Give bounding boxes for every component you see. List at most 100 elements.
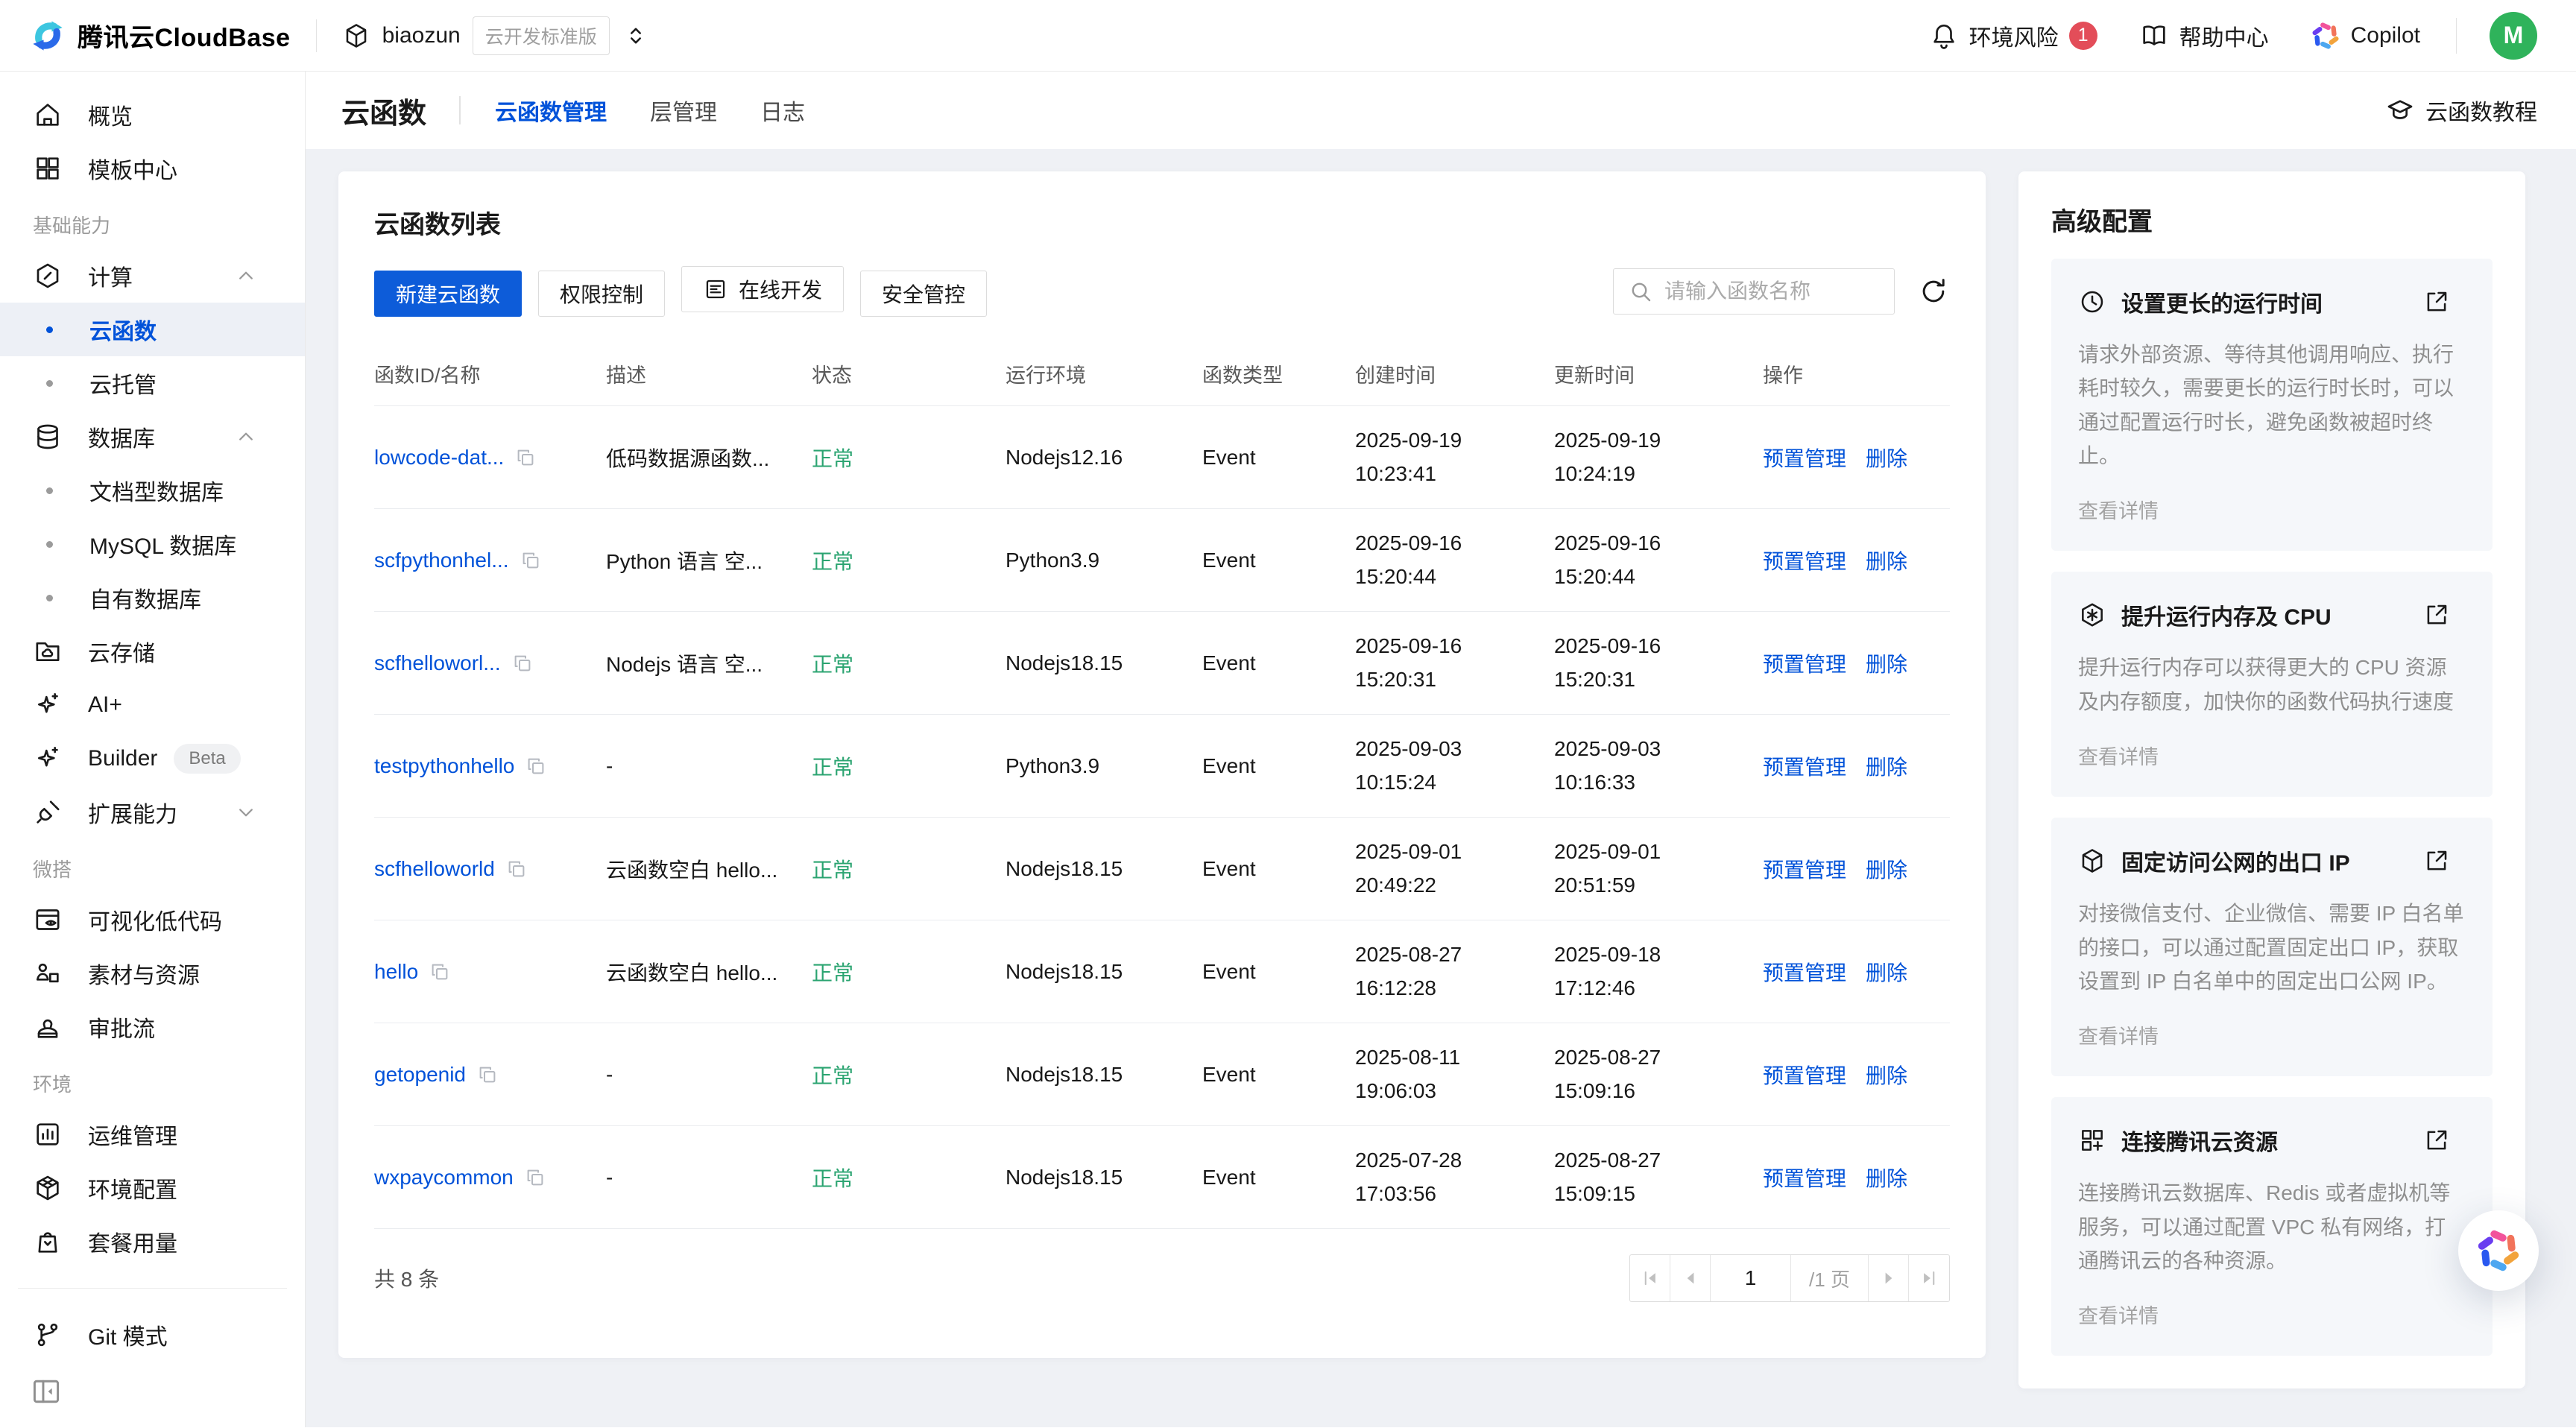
view-details-link[interactable]: 查看详情 xyxy=(2078,1300,2466,1329)
sidebar-subitem-自有数据库[interactable]: 自有数据库 xyxy=(0,571,305,625)
first-page-button[interactable] xyxy=(1630,1255,1670,1301)
copy-icon[interactable] xyxy=(476,1064,499,1086)
external-link-icon[interactable] xyxy=(2422,288,2451,316)
search-input[interactable] xyxy=(1664,279,1881,303)
sidebar-item-label: 扩展能力 xyxy=(88,796,177,829)
risk-count-badge: 1 xyxy=(2069,22,2097,50)
tutorial-link[interactable]: 云函数教程 xyxy=(2385,94,2537,127)
sidebar-subitem-云托管[interactable]: 云托管 xyxy=(0,356,305,410)
预置管理-link[interactable]: 预置管理 xyxy=(1763,1163,1846,1192)
sidebar-item-审批流[interactable]: 审批流 xyxy=(0,1000,305,1054)
current-page-input[interactable]: 1 xyxy=(1711,1255,1791,1301)
user-avatar[interactable]: M xyxy=(2490,12,2537,60)
预置管理-link[interactable]: 预置管理 xyxy=(1763,751,1846,781)
安全管控-button[interactable]: 安全管控 xyxy=(860,271,987,317)
function-id-cell: getopenid xyxy=(374,1063,606,1087)
sidebar-item-素材与资源[interactable]: 素材与资源 xyxy=(0,947,305,1000)
sidebar-item-概览[interactable]: 概览 xyxy=(0,88,305,142)
sidebar-subitem-label: MySQL 数据库 xyxy=(89,528,236,560)
refresh-icon[interactable] xyxy=(1917,275,1950,308)
sidebar-item-AI+[interactable]: AI+ xyxy=(0,678,305,732)
view-details-link[interactable]: 查看详情 xyxy=(2078,1020,2466,1049)
button-label: 在线开发 xyxy=(739,274,822,304)
sidebar-collapse-icon[interactable] xyxy=(30,1375,63,1408)
sidebar-subitem-云函数[interactable]: 云函数 xyxy=(0,303,305,356)
environment-selector[interactable]: biaozun 云开发标准版 xyxy=(342,16,650,55)
删除-link[interactable]: 删除 xyxy=(1866,648,1907,678)
权限控制-button[interactable]: 权限控制 xyxy=(538,271,665,317)
sidebar-subitem-文档型数据库[interactable]: 文档型数据库 xyxy=(0,464,305,517)
copy-icon[interactable] xyxy=(429,961,451,983)
function-id-link[interactable]: hello xyxy=(374,960,418,984)
chevron-down-icon xyxy=(233,800,259,825)
sidebar-item-环境配置[interactable]: 环境配置 xyxy=(0,1161,305,1215)
tab-云函数管理[interactable]: 云函数管理 xyxy=(495,94,607,127)
删除-link[interactable]: 删除 xyxy=(1866,443,1907,473)
function-type: Event xyxy=(1202,1063,1355,1087)
advanced-card-header: 连接腾讯云资源 xyxy=(2078,1124,2466,1157)
copy-icon[interactable] xyxy=(514,446,537,469)
copy-icon[interactable] xyxy=(505,858,528,880)
sidebar-item-可视化低代码[interactable]: 可视化低代码 xyxy=(0,893,305,947)
预置管理-link[interactable]: 预置管理 xyxy=(1763,443,1846,473)
function-status: 正常 xyxy=(812,854,1006,884)
bell-icon xyxy=(1929,21,1959,51)
env-risk-button[interactable]: 环境风险 1 xyxy=(1929,19,2097,52)
copy-icon[interactable] xyxy=(520,549,542,572)
sidebar-item-模板中心[interactable]: 模板中心 xyxy=(0,142,305,195)
view-details-link[interactable]: 查看详情 xyxy=(2078,495,2466,524)
tab-层管理[interactable]: 层管理 xyxy=(650,94,717,127)
help-center-button[interactable]: 帮助中心 xyxy=(2139,19,2269,52)
sidebar-item-计算[interactable]: 计算 xyxy=(0,249,305,303)
copy-icon[interactable] xyxy=(524,1166,546,1189)
预置管理-link[interactable]: 预置管理 xyxy=(1763,957,1846,987)
sidebar-item-扩展能力[interactable]: 扩展能力 xyxy=(0,786,305,839)
view-details-link[interactable]: 查看详情 xyxy=(2078,741,2466,770)
sidebar-section-label: 微搭 xyxy=(0,844,305,893)
copilot-floating-button[interactable] xyxy=(2458,1210,2539,1291)
button-label: 安全管控 xyxy=(882,279,965,309)
sidebar-item-label: 素材与资源 xyxy=(88,957,200,990)
function-id-link[interactable]: getopenid xyxy=(374,1063,466,1087)
external-link-icon[interactable] xyxy=(2422,847,2451,875)
删除-link[interactable]: 删除 xyxy=(1866,546,1907,575)
sidebar-item-Builder[interactable]: BuilderBeta xyxy=(0,732,305,786)
预置管理-link[interactable]: 预置管理 xyxy=(1763,1060,1846,1090)
sidebar-subitem-MySQL 数据库[interactable]: MySQL 数据库 xyxy=(0,517,305,571)
sidebar-item-Git 模式[interactable]: Git 模式 xyxy=(0,1308,305,1362)
function-id-link[interactable]: lowcode-dat... xyxy=(374,446,504,470)
删除-link[interactable]: 删除 xyxy=(1866,1163,1907,1192)
预置管理-link[interactable]: 预置管理 xyxy=(1763,854,1846,884)
删除-link[interactable]: 删除 xyxy=(1866,957,1907,987)
plug-icon xyxy=(33,797,63,827)
function-id-link[interactable]: scfhelloworld xyxy=(374,857,495,881)
sidebar-item-云存储[interactable]: 云存储 xyxy=(0,625,305,678)
copy-icon[interactable] xyxy=(525,755,547,777)
cloud-storage-icon xyxy=(33,636,63,666)
cloudbase-logo-icon xyxy=(30,18,66,54)
function-id-link[interactable]: testpythonhello xyxy=(374,754,514,778)
sidebar-item-运维管理[interactable]: 运维管理 xyxy=(0,1108,305,1161)
sidebar-item-套餐用量[interactable]: 套餐用量 xyxy=(0,1215,305,1269)
copilot-button[interactable]: Copilot xyxy=(2311,21,2420,51)
新建云函数-button[interactable]: 新建云函数 xyxy=(374,271,522,317)
sidebar-subitem-label: 云托管 xyxy=(89,367,157,399)
function-id-link[interactable]: scfpythonhel... xyxy=(374,549,509,572)
删除-link[interactable]: 删除 xyxy=(1866,854,1907,884)
next-page-button[interactable] xyxy=(1869,1255,1909,1301)
tab-日志[interactable]: 日志 xyxy=(760,94,805,127)
copy-icon[interactable] xyxy=(511,652,534,674)
sidebar-item-数据库[interactable]: 数据库 xyxy=(0,410,305,464)
function-id-link[interactable]: wxpaycommon xyxy=(374,1166,514,1190)
prev-page-button[interactable] xyxy=(1670,1255,1711,1301)
function-id-link[interactable]: scfhelloworl... xyxy=(374,651,501,675)
删除-link[interactable]: 删除 xyxy=(1866,751,1907,781)
在线开发-button[interactable]: 在线开发 xyxy=(681,266,844,312)
last-page-button[interactable] xyxy=(1909,1255,1949,1301)
删除-link[interactable]: 删除 xyxy=(1866,1060,1907,1090)
external-link-icon[interactable] xyxy=(2422,601,2451,629)
content-area: 云函数列表 新建云函数权限控制在线开发安全管控 函数ID/名称描述状态运行环境函… xyxy=(306,149,2576,1427)
预置管理-link[interactable]: 预置管理 xyxy=(1763,648,1846,678)
预置管理-link[interactable]: 预置管理 xyxy=(1763,546,1846,575)
external-link-icon[interactable] xyxy=(2422,1126,2451,1154)
